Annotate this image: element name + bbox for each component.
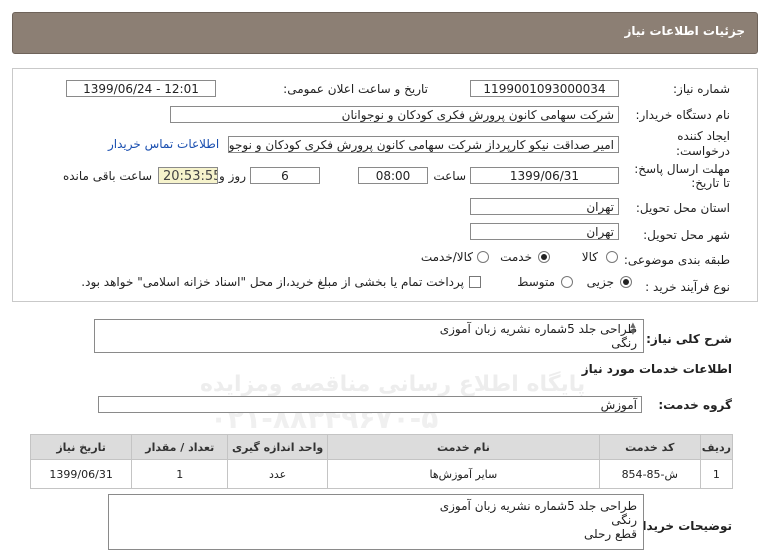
announce-field: 1399/06/24 - 12:01	[66, 80, 216, 97]
creator-label-2: درخواست:	[676, 144, 730, 158]
service-group-field: آموزش	[98, 396, 642, 413]
description-line-2: رنگی	[611, 336, 637, 350]
page-header: جزئیات اطلاعات نیاز	[12, 12, 758, 54]
cell-name: سایر آموزش‌ها	[326, 459, 600, 489]
buyer-notes-line-3: قطع رحلی	[584, 527, 637, 541]
creator-label-1: ایجاد کننده	[677, 129, 730, 143]
remaining-label: ساعت باقی مانده	[62, 169, 152, 183]
cell-date: 1399/06/31	[29, 459, 133, 489]
general-description-box: طراحی جلد 5شماره نشریه زبان آموزی رنگی	[94, 319, 644, 353]
province-field: تهران	[470, 198, 619, 215]
buyer-notes-label: توضیحات خریدار:	[630, 519, 732, 533]
process-radio-medium[interactable]	[561, 276, 573, 288]
city-field: تهران	[470, 223, 619, 240]
col-date: تاریخ نیاز	[29, 434, 133, 460]
deadline-label-2: تا تاریخ:	[691, 176, 730, 190]
buyer-org-label: نام دستگاه خریدار:	[635, 108, 731, 122]
watermark-line1: پایگاه اطلاع رسانی مناقصه ومزایده	[200, 372, 586, 397]
announce-label: تاریخ و ساعت اعلان عمومی:	[283, 82, 428, 96]
deadline-time-field: 08:00	[358, 167, 428, 184]
process-label: نوع فرآیند خرید :	[645, 280, 730, 294]
deadline-label-1: مهلت ارسال پاسخ:	[634, 162, 730, 176]
treasury-payment-checkbox[interactable]	[469, 276, 481, 288]
buyer-notes-box: طراحی جلد 5شماره نشریه زبان آموزی رنگی ق…	[108, 494, 644, 550]
col-name: نام خدمت	[326, 434, 600, 460]
cell-qty: 1	[131, 459, 229, 489]
table-row: 1399/06/31 1 عدد سایر آموزش‌ها ش-85-854 …	[29, 459, 734, 489]
cell-unit: عدد	[227, 459, 328, 489]
col-unit: واحد اندازه گیری	[227, 434, 328, 460]
scroll-arrows-icon[interactable]: ▲ ▼	[628, 322, 638, 338]
buyer-notes-line-1: طراحی جلد 5شماره نشریه زبان آموزی	[439, 499, 637, 513]
category-option-goods: کالا	[581, 250, 598, 264]
need-number-label: شماره نیاز:	[673, 82, 730, 96]
category-radio-service[interactable]	[538, 251, 550, 263]
process-option-minor: جزیی	[586, 275, 614, 289]
creator-field: امیر صداقت نیکو کارپرداز شرکت سهامی کانو…	[228, 136, 619, 153]
service-group-label: گروه خدمت:	[658, 398, 732, 412]
category-option-goods-service: کالا/خدمت	[420, 250, 473, 264]
days-field: 6	[250, 167, 320, 184]
services-section-title: اطلاعات خدمات مورد نیاز	[581, 362, 732, 376]
city-label: شهر محل تحویل:	[643, 228, 730, 242]
process-option-medium: متوسط	[517, 275, 555, 289]
need-number-field: 1199001093000034	[470, 80, 619, 97]
table-header-row: تاریخ نیاز تعداد / مقدار واحد اندازه گیر…	[29, 434, 734, 460]
deadline-date-field: 1399/06/31	[470, 167, 619, 184]
col-code: کد خدمت	[598, 434, 701, 460]
category-label: طبقه بندی موضوعی:	[623, 253, 730, 267]
buyer-contact-link[interactable]: اطلاعات تماس خریدار	[108, 137, 219, 151]
process-radio-minor[interactable]	[620, 276, 632, 288]
remaining-time-field: 20:53:55	[158, 167, 218, 184]
cell-code: ش-85-854	[598, 459, 701, 489]
col-index: ردیف	[699, 434, 734, 460]
buyer-notes-line-2: رنگی	[611, 513, 637, 527]
description-line-1: طراحی جلد 5شماره نشریه زبان آموزی	[439, 322, 637, 336]
col-qty: تعداد / مقدار	[131, 434, 229, 460]
category-radio-goods[interactable]	[606, 251, 618, 263]
page-title: جزئیات اطلاعات نیاز	[624, 24, 745, 38]
category-radio-goods-service[interactable]	[477, 251, 489, 263]
time-label: ساعت	[433, 169, 466, 183]
treasury-payment-note: پرداخت تمام یا بخشی از مبلغ خرید،از محل …	[81, 275, 464, 289]
province-label: استان محل تحویل:	[635, 201, 730, 215]
cell-index: 1	[699, 459, 734, 489]
buyer-org-field: شرکت سهامی کانون پرورش فکری کودکان و نوج…	[170, 106, 619, 123]
days-label: روز و	[219, 169, 246, 183]
category-option-service: خدمت	[500, 250, 532, 264]
general-description-label: شرح کلی نیاز:	[646, 332, 732, 346]
services-table: تاریخ نیاز تعداد / مقدار واحد اندازه گیر…	[29, 434, 734, 489]
